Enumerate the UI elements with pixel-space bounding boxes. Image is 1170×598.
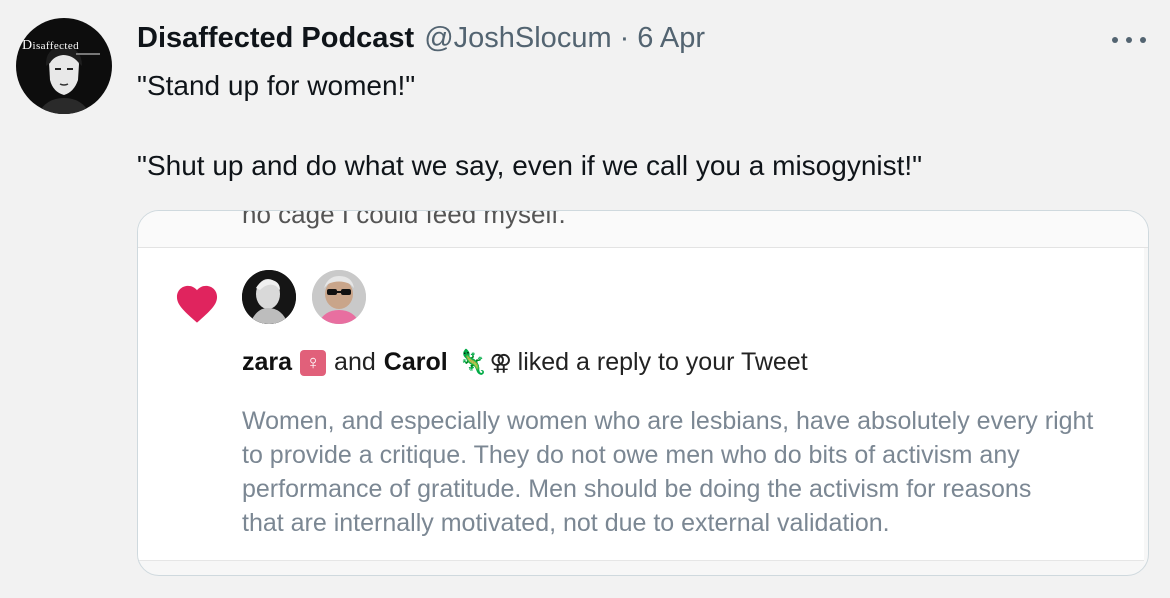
cut-off-text: no cage I could feed myself.: [242, 210, 566, 229]
reply-line: performance of gratitude. Men should be …: [242, 475, 1032, 503]
reply-line: that are internally motivated, not due t…: [242, 509, 890, 537]
double-venus-icon: ⚢: [489, 349, 512, 375]
tweet-text-line: "Stand up for women!": [137, 70, 416, 101]
tweet[interactable]: Disaffected Disaffected Podcast @JoshSlo…: [0, 0, 1170, 598]
avatar-subline: [76, 53, 100, 55]
venus-icon: ♀: [300, 349, 327, 376]
reply-line: to provide a critique. They do not owe m…: [242, 441, 1020, 469]
avatar-wordmark: Disaffected: [22, 38, 80, 53]
reply-quote: Women, and especially women who are lesb…: [242, 404, 1122, 540]
more-dot: [1112, 37, 1118, 43]
carol-avatar: [312, 270, 366, 324]
author-display-name[interactable]: Disaffected Podcast: [137, 22, 414, 55]
avatar-portrait-image: [38, 46, 90, 114]
liked-reply-line: zara ♀ and Carol 🦎 ⚢ liked a reply to yo…: [242, 348, 808, 377]
user2-name: Carol: [383, 348, 448, 376]
more-options-icon[interactable]: [1112, 36, 1146, 44]
tweet-date[interactable]: 6 Apr: [637, 22, 705, 55]
more-dot: [1126, 37, 1132, 43]
more-dot: [1140, 37, 1146, 43]
author-handle[interactable]: @JoshSlocum: [424, 22, 611, 55]
header-separator: ·: [619, 22, 630, 54]
like-notification: zara ♀ and Carol 🦎 ⚢ liked a reply to yo…: [138, 248, 1144, 561]
zara-avatar: [242, 270, 296, 324]
connector-text: and: [334, 348, 376, 376]
tweet-text-line: "Shut up and do what we say, even if we …: [137, 150, 923, 181]
heart-icon: [176, 285, 218, 323]
reply-line: Women, and especially women who are lesb…: [242, 407, 1094, 435]
author-avatar[interactable]: Disaffected: [16, 18, 112, 114]
screenshot-top-strip: no cage I could feed myself.: [138, 211, 1148, 248]
tweet-media-image[interactable]: no cage I could feed myself. zara ♀ and …: [137, 210, 1149, 576]
action-text: liked a reply to your Tweet: [517, 348, 808, 376]
lizard-icon: 🦎: [457, 349, 488, 376]
user1-name: zara: [242, 348, 293, 376]
tweet-header: Disaffected Podcast @JoshSlocum · 6 Apr: [137, 22, 705, 58]
